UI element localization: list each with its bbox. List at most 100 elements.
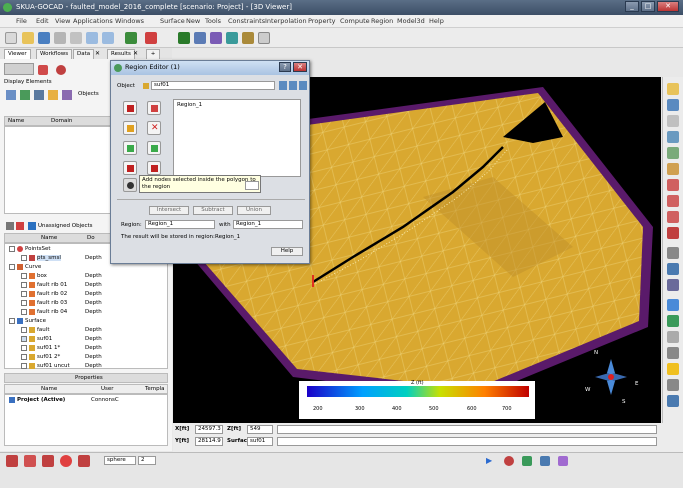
intersect-button[interactable]: Intersect <box>149 206 189 215</box>
delete-region-button[interactable] <box>147 101 161 115</box>
histogram-icon[interactable] <box>194 32 206 44</box>
brush-icon[interactable] <box>42 455 54 467</box>
object-type-selector[interactable] <box>4 63 34 75</box>
add-tab-button[interactable]: + <box>146 49 160 59</box>
menu-applications[interactable]: Applications <box>73 17 113 25</box>
minimize-button[interactable]: _ <box>625 1 639 12</box>
undo-icon[interactable] <box>86 32 98 44</box>
shape-select[interactable]: sphere <box>104 456 136 465</box>
tree-item[interactable]: fault rib 03 Depth <box>21 299 102 308</box>
points-icon[interactable] <box>56 65 66 75</box>
settings-icon[interactable] <box>258 32 270 44</box>
tree-item[interactable]: suf01 1* Depth <box>21 344 102 353</box>
object-select[interactable]: suf01 <box>151 81 275 90</box>
edit-object-icon[interactable] <box>289 81 297 90</box>
size-select[interactable]: 2 <box>138 456 156 465</box>
union-button[interactable]: Union <box>237 206 271 215</box>
close-button[interactable]: ✕ <box>657 1 679 12</box>
grid-icon[interactable] <box>667 347 679 359</box>
stats-icon[interactable] <box>242 32 254 44</box>
open-icon[interactable] <box>22 32 34 44</box>
tab-viewer[interactable]: Viewer <box>4 49 31 59</box>
dialog-close-button[interactable]: ✕ <box>293 62 307 72</box>
light-icon[interactable] <box>667 363 679 375</box>
pick-icon[interactable] <box>38 65 48 75</box>
pan-icon[interactable] <box>667 115 679 127</box>
view-iso-icon[interactable] <box>667 227 679 239</box>
camera-icon[interactable] <box>667 247 679 259</box>
mode-select[interactable] <box>245 181 259 190</box>
pick-object-icon[interactable] <box>279 81 287 90</box>
tree-item[interactable]: fault rib 01 Depth <box>21 281 102 290</box>
tree-item[interactable]: suf01 2* Depth <box>21 353 102 362</box>
delete-icon[interactable] <box>16 222 24 230</box>
view-top-icon[interactable] <box>667 179 679 191</box>
menu-region[interactable]: Region <box>371 17 393 25</box>
menu-view[interactable]: View <box>55 17 70 25</box>
filter-icon[interactable] <box>6 222 14 230</box>
dialog-help-button[interactable]: ? <box>279 62 291 72</box>
region-select[interactable]: Region_1 <box>145 220 215 229</box>
box-icon[interactable] <box>667 331 679 343</box>
stop-icon[interactable] <box>145 32 157 44</box>
new-region-button[interactable] <box>123 101 137 115</box>
paint-icon[interactable] <box>24 455 36 467</box>
region-list-item[interactable]: Region_1 <box>177 102 202 108</box>
colorbar-icon[interactable] <box>48 90 58 100</box>
shrink-region-button[interactable] <box>147 141 161 155</box>
digitize-icon[interactable] <box>6 455 18 467</box>
redo-icon[interactable] <box>102 32 114 44</box>
zoom-icon[interactable] <box>667 131 679 143</box>
crossplot-icon[interactable] <box>210 32 222 44</box>
tab-workflows[interactable]: Workflows <box>36 49 73 59</box>
maximize-button[interactable]: □ <box>641 1 655 12</box>
filter-icon[interactable] <box>62 90 72 100</box>
menu-constraints[interactable]: Constraints <box>228 17 265 25</box>
chart-icon[interactable] <box>178 32 190 44</box>
close-tab-icon[interactable]: ✕ <box>95 50 100 57</box>
add-nodes-polygon-button[interactable] <box>123 161 137 175</box>
tree-item[interactable]: fault rib 02 Depth <box>21 290 102 299</box>
remove-nodes-polygon-button[interactable] <box>147 161 161 175</box>
tree-item[interactable]: fault rib 04 Depth <box>21 308 102 317</box>
with-select[interactable]: Region_1 <box>233 220 303 229</box>
menu-edit[interactable]: Edit <box>36 17 49 25</box>
tab-results[interactable]: Results <box>107 49 135 59</box>
rotate-icon[interactable] <box>667 99 679 111</box>
compass-icon[interactable] <box>667 299 679 311</box>
tree-item[interactable]: pts_smsl Depth <box>21 254 102 263</box>
project-row[interactable]: Project (Active) ConnonsC <box>9 396 119 405</box>
copy-icon[interactable] <box>70 32 82 44</box>
clear-region-button[interactable]: ✕ <box>147 121 161 135</box>
cut-icon[interactable] <box>54 32 66 44</box>
list-icon[interactable] <box>6 90 16 100</box>
tree-group-curve[interactable]: Curve <box>9 263 41 272</box>
grid-icon[interactable] <box>226 32 238 44</box>
axes-icon[interactable] <box>667 315 679 327</box>
color-icon[interactable] <box>60 455 72 467</box>
help-button[interactable]: Help <box>271 247 303 256</box>
paint-mode-button[interactable] <box>123 178 137 192</box>
camera-icon[interactable] <box>522 456 532 466</box>
close-tab-icon[interactable]: ✕ <box>133 50 138 57</box>
record-icon[interactable] <box>504 456 514 466</box>
tab-data[interactable]: Data <box>73 49 95 59</box>
subtract-button[interactable]: Subtract <box>193 206 233 215</box>
menu-interpolation[interactable]: Interpolation <box>265 17 307 25</box>
menu-windows[interactable]: Windows <box>115 17 144 25</box>
menu-compute[interactable]: Compute <box>340 17 370 25</box>
points-icon[interactable] <box>78 455 90 467</box>
perspective-icon[interactable] <box>667 263 679 275</box>
cube-icon[interactable] <box>20 90 30 100</box>
select-icon[interactable] <box>667 83 679 95</box>
new-icon[interactable] <box>5 32 17 44</box>
run-icon[interactable] <box>125 32 137 44</box>
menu-file[interactable]: File <box>16 17 27 25</box>
view-front-icon[interactable] <box>667 195 679 207</box>
menu-property[interactable]: Property <box>308 17 336 25</box>
background-icon[interactable] <box>667 379 679 391</box>
region-list[interactable]: Region_1 <box>173 99 301 177</box>
play-icon[interactable]: ▶ <box>486 456 496 466</box>
tree-item[interactable]: box Depth <box>21 272 102 281</box>
view-side-icon[interactable] <box>667 211 679 223</box>
